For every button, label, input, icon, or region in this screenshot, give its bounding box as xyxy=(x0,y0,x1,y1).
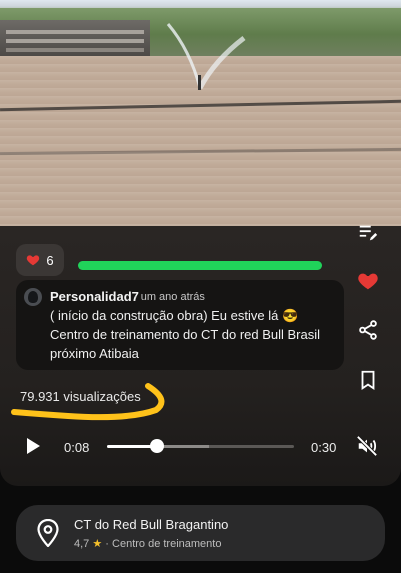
place-title: CT do Red Bull Bragantino xyxy=(74,517,229,532)
buffered-bar xyxy=(157,445,209,448)
play-icon[interactable] xyxy=(24,437,42,455)
view-count: 79.931 visualizações xyxy=(20,389,141,404)
duration: 0:30 xyxy=(311,440,337,455)
green-highlight-annotation xyxy=(78,261,322,270)
comment-author[interactable]: Personalidad7 xyxy=(50,289,139,304)
sprinkler-spray xyxy=(166,23,246,90)
comment-timestamp: · um ano atrás xyxy=(134,291,205,303)
location-pin-icon xyxy=(37,519,59,547)
current-time: 0:08 xyxy=(64,440,90,455)
mute-icon[interactable] xyxy=(356,435,378,457)
place-card[interactable] xyxy=(16,505,385,561)
heart-icon xyxy=(27,255,40,266)
edit-list-icon[interactable] xyxy=(357,222,379,244)
star-icon: ★ xyxy=(92,538,103,550)
bookmark-icon[interactable] xyxy=(357,369,379,391)
reaction-chip[interactable]: 6 xyxy=(16,244,64,276)
avatar[interactable] xyxy=(24,288,42,306)
comment-text: ( início da construção obra) Eu estive l… xyxy=(50,308,321,361)
reaction-count: 6 xyxy=(46,252,54,268)
heart-icon[interactable] xyxy=(357,270,379,292)
place-rating: 4,7 xyxy=(74,538,90,550)
seek-thumb[interactable] xyxy=(150,439,164,453)
background-building xyxy=(0,20,150,56)
place-category: · Centro de treinamento xyxy=(105,538,222,550)
place-subtitle: 4,7 ★ · Centro de treinamento xyxy=(74,537,221,550)
video-frame[interactable] xyxy=(0,0,401,226)
share-icon[interactable] xyxy=(357,319,379,341)
